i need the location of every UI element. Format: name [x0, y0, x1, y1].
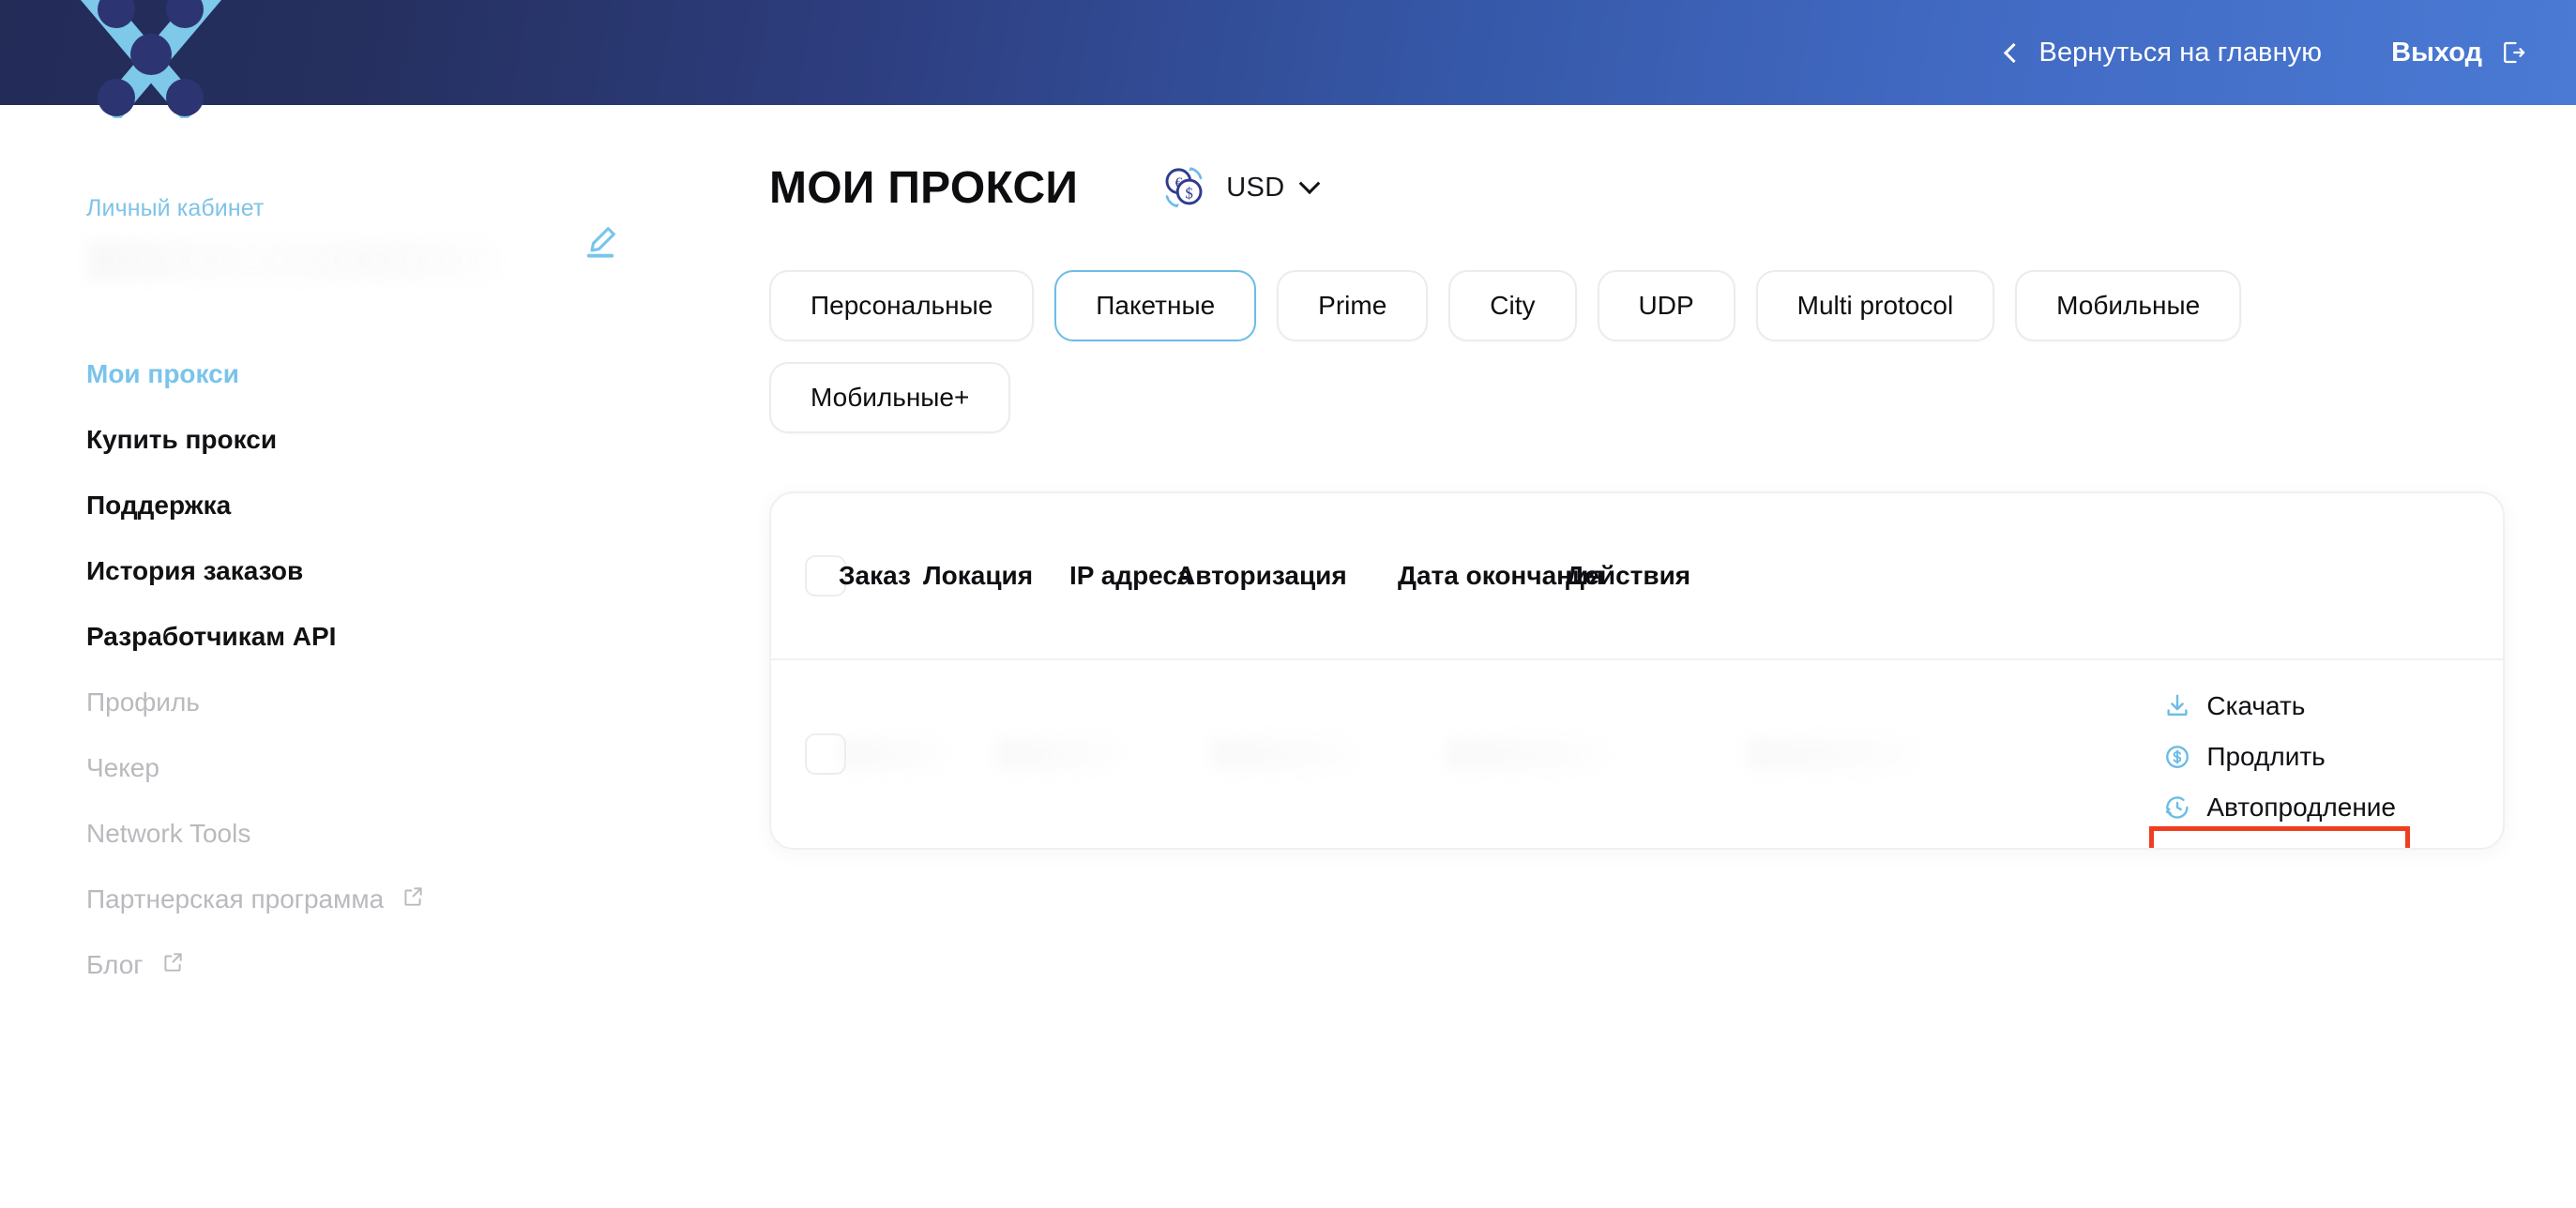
proxy-type-tabs: Персональные Пакетные Prime City UDP Mul… — [769, 270, 2364, 433]
sidebar-item-my-proxies[interactable]: Мои прокси — [86, 341, 750, 407]
table-header-row: Заказ Локация IP адреса Авторизация Дата… — [771, 493, 2503, 660]
sidebar-item-support[interactable]: Поддержка — [86, 473, 750, 538]
tab-label: Prime — [1318, 291, 1387, 320]
sidebar-nav: Мои прокси Купить прокси Поддержка Истор… — [86, 341, 750, 998]
main-content: МОИ ПРОКСИ € $ USD Персональные Пакетные — [769, 105, 2576, 850]
key-icon — [2163, 844, 2191, 850]
tab-multi-protocol[interactable]: Multi protocol — [1755, 270, 1995, 341]
action-label: Авторизация — [2206, 843, 2363, 848]
pencil-edit-icon[interactable] — [580, 221, 621, 263]
sidebar-item-buy-proxy[interactable]: Купить прокси — [86, 407, 750, 473]
sidebar-item-label: Мои прокси — [86, 359, 239, 388]
tab-personal[interactable]: Персональные — [769, 270, 1035, 341]
tab-label: Персональные — [811, 291, 993, 320]
logout-icon — [2504, 41, 2525, 64]
dollar-circle-icon — [2166, 746, 2190, 768]
sidebar-item-affiliate-program[interactable]: Партнерская программа — [86, 867, 750, 932]
tab-label: UDP — [1638, 291, 1694, 320]
currency-exchange-coins-icon: € $ — [1165, 167, 1203, 208]
sidebar-item-label: Чекер — [86, 753, 159, 782]
proxy-table-card: Заказ Локация IP адреса Авторизация Дата… — [769, 491, 2505, 850]
row-actions: Скачать Продлить Автопродление — [2149, 681, 2410, 850]
action-label: Автопродление — [2206, 793, 2396, 822]
page-header: МОИ ПРОКСИ € $ USD — [769, 105, 2576, 218]
tab-label: Мобильные+ — [811, 383, 970, 412]
header-nav-group: Вернуться на главную Выход — [2003, 0, 2528, 105]
logout-button[interactable]: Выход — [2391, 38, 2527, 68]
sidebar-item-label: Network Tools — [86, 819, 251, 848]
sidebar-item-profile[interactable]: Профиль — [86, 670, 750, 735]
chevron-left-icon — [2003, 42, 2023, 64]
sidebar-item-label: Блог — [86, 950, 144, 979]
cell-location-redacted — [996, 738, 1118, 770]
action-auto-renew[interactable]: Автопродление — [2156, 782, 2403, 833]
currency-code: USD — [1226, 172, 1285, 203]
account-block: Личный кабинет — [86, 195, 615, 298]
column-header-actions: Действия — [1566, 561, 1691, 590]
tab-label: City — [1490, 291, 1536, 320]
tab-mobile-plus[interactable]: Мобильные+ — [769, 362, 1011, 433]
column-header-order: Заказ — [839, 561, 911, 590]
back-to-home-link[interactable]: Вернуться на главную — [2003, 37, 2323, 68]
action-label: Скачать — [2206, 691, 2306, 720]
sidebar-item-blog[interactable]: Блог — [86, 932, 750, 998]
tab-prime[interactable]: Prime — [1277, 270, 1429, 341]
sidebar-item-api-developers[interactable]: Разработчикам API — [86, 604, 750, 670]
logout-label: Выход — [2391, 37, 2482, 68]
external-link-icon — [160, 933, 185, 999]
action-label: Продлить — [2206, 742, 2326, 771]
sidebar-item-label: История заказов — [86, 556, 304, 585]
currency-selector[interactable]: € $ USD — [1159, 162, 1320, 213]
action-download[interactable]: Скачать — [2156, 681, 2403, 732]
sidebar-item-order-history[interactable]: История заказов — [86, 538, 750, 604]
action-authorization[interactable]: Авторизация — [2149, 826, 2410, 850]
svg-text:$: $ — [1186, 184, 1193, 202]
column-header-authorization: Авторизация — [1176, 561, 1347, 590]
chevron-down-icon — [1298, 173, 1320, 195]
column-header-location: Локация — [923, 561, 1034, 590]
sidebar: Личный кабинет Мои прокси Купить прокси … — [0, 105, 750, 998]
back-to-home-label: Вернуться на главную — [2038, 37, 2323, 68]
account-title: Личный кабинет — [86, 195, 265, 221]
action-extend[interactable]: Продлить — [2156, 732, 2403, 782]
sidebar-item-label: Партнерская программа — [86, 884, 385, 914]
tab-udp[interactable]: UDP — [1597, 270, 1735, 341]
tab-city[interactable]: City — [1448, 270, 1577, 341]
proxy-x-logo[interactable] — [79, 0, 225, 118]
cell-ip-addresses-redacted — [1212, 738, 1353, 770]
sidebar-item-label: Поддержка — [86, 491, 232, 520]
page-title: МОИ ПРОКСИ — [769, 162, 1079, 213]
cell-expiry-date-redacted — [1747, 738, 1916, 770]
sidebar-item-label: Профиль — [86, 687, 200, 717]
table-row[interactable]: Скачать Продлить Автопродление — [771, 660, 2503, 848]
sidebar-item-network-tools[interactable]: Network Tools — [86, 801, 750, 867]
tab-label: Multi protocol — [1796, 291, 1954, 320]
top-header-bar: Вернуться на главную Выход — [0, 0, 2576, 118]
cell-order-redacted — [841, 738, 944, 770]
account-email-redacted — [86, 241, 499, 280]
tab-package[interactable]: Пакетные — [1054, 270, 1257, 341]
sidebar-item-label: Разработчикам API — [86, 622, 337, 651]
cell-authorization-redacted — [1447, 738, 1606, 770]
external-link-icon — [401, 868, 425, 933]
tab-mobile[interactable]: Мобильные — [2015, 270, 2242, 341]
sidebar-item-checker[interactable]: Чекер — [86, 735, 750, 801]
column-header-ip-addresses: IP адреса — [1069, 561, 1192, 590]
tab-label: Пакетные — [1096, 291, 1216, 320]
sidebar-item-label: Купить прокси — [86, 425, 278, 454]
download-icon — [2167, 694, 2188, 716]
auto-renew-clock-icon — [2166, 796, 2189, 819]
tab-label: Мобильные — [2056, 291, 2201, 320]
